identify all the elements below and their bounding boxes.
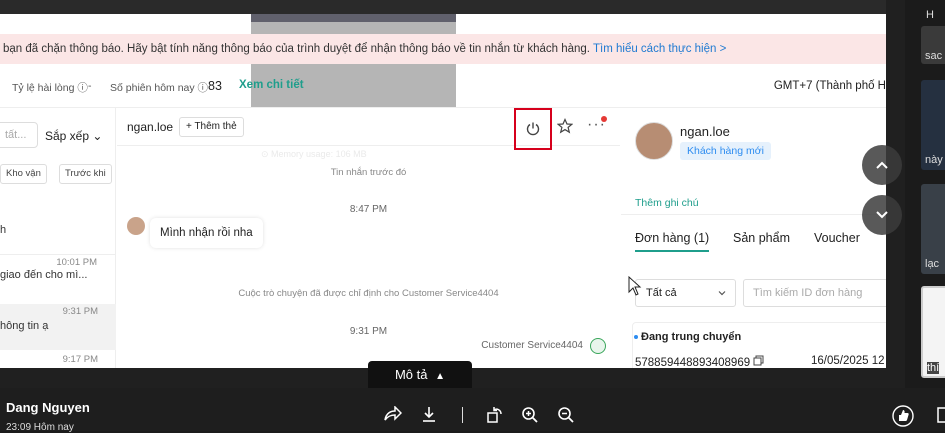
list-item[interactable]: 9:31 PM hông tin ạ	[0, 304, 116, 350]
message-timestamp: 8:47 PM	[349, 204, 388, 215]
memory-usage-text: ⊙ Memory usage: 106 MB	[261, 149, 367, 159]
list-item[interactable]: 10:01 PM giao đến cho mì...	[0, 254, 116, 298]
power-icon	[526, 122, 540, 136]
conversation-list-panel: tất... Sắp xếp ⌄ Kho vận Trước khi h 10:…	[0, 108, 116, 368]
customer-type-badge: Khách hàng mới	[680, 142, 771, 160]
filter-chip-truoc-khi[interactable]: Trước khi	[59, 164, 112, 184]
agent-name: Customer Service4404	[481, 340, 583, 351]
order-date: 16/05/2025 12	[811, 355, 885, 367]
author-name: Dang Nguyen	[6, 400, 90, 415]
customer-avatar	[635, 122, 673, 160]
thumbnail-caption: lạc	[925, 258, 940, 270]
list-item[interactable]: 9:17 PM	[0, 352, 116, 368]
share-icon[interactable]	[384, 406, 402, 422]
customer-tabs: Đơn hàng (1) Sản phẩm Voucher	[621, 214, 886, 252]
add-tag-button[interactable]: + Thêm thẻ	[179, 117, 244, 137]
screenshot-content: bạn đã chặn thông báo. Hãy bật tính năng…	[0, 14, 886, 368]
sessions-value: 83	[208, 79, 222, 93]
conversation-search-input[interactable]: tất...	[0, 122, 38, 148]
zoom-out-icon[interactable]	[557, 406, 575, 424]
list-item[interactable]: h	[0, 224, 116, 244]
thumbnail-item-active[interactable]: thí	[921, 286, 945, 378]
sessions-label: Số phiên hôm nay ⓘ	[110, 82, 209, 94]
thumbnail-label: H	[926, 9, 934, 21]
add-tag-label: Thêm thẻ	[194, 121, 237, 132]
chevron-down-icon	[876, 211, 888, 219]
conversation-snippet: hông tin ạ	[0, 320, 49, 332]
star-icon[interactable]	[557, 118, 573, 134]
thumbnail-caption: này	[925, 154, 943, 166]
order-id-search-input[interactable]: Tìm kiếm ID đơn hàng	[743, 279, 886, 307]
sort-dropdown[interactable]: Sắp xếp ⌄	[45, 129, 102, 143]
rotate-icon[interactable]	[486, 406, 503, 423]
thumbnail-item[interactable]: này	[921, 80, 945, 170]
banner-learn-more-link[interactable]: Tìm hiểu cách thực hiện >	[593, 43, 726, 55]
add-note-link[interactable]: Thêm ghi chú	[635, 197, 699, 209]
image-viewer: bạn đã chặn thông báo. Hãy bật tính năng…	[0, 0, 945, 433]
message-bubble: Mình nhận rồi nha	[150, 218, 263, 248]
screenshot-top-strip	[0, 0, 886, 14]
chat-customer-name: ngan.loe	[127, 120, 174, 134]
status-dot	[634, 335, 638, 339]
satisfaction-value: -	[88, 80, 92, 92]
memory-usage-value: Memory usage: 106 MB	[271, 149, 367, 159]
tab-voucher[interactable]: Voucher	[814, 231, 860, 245]
chevron-up-icon	[876, 161, 888, 169]
caret-up-icon: ▲	[435, 371, 446, 382]
satisfaction-label: Tỷ lệ hài lòng ⓘ	[12, 82, 88, 94]
agent-avatar-icon	[590, 338, 606, 354]
order-status: Đang trung chuyển	[641, 331, 742, 343]
order-id-value: 578859448893408969	[635, 357, 751, 368]
order-status-value: Tất cả	[646, 287, 677, 299]
tab-products[interactable]: Sản phẩm	[733, 231, 790, 245]
window-icon[interactable]	[937, 407, 945, 423]
zoom-in-icon[interactable]	[521, 406, 539, 424]
conversation-snippet: giao đến cho mì...	[0, 269, 88, 281]
thumbnail-caption: sac	[925, 50, 943, 62]
conversation-time: 9:17 PM	[62, 354, 98, 365]
tab-orders[interactable]: Đơn hàng (1)	[635, 231, 710, 252]
description-toggle-button[interactable]: Mô tả ▲	[368, 361, 472, 388]
like-icon[interactable]	[892, 405, 914, 427]
thumbnail-item[interactable]: sac	[921, 26, 945, 64]
chevron-down-icon	[718, 291, 726, 296]
notification-dot	[601, 116, 607, 122]
description-label: Mô tả	[394, 367, 428, 382]
viewer-toolbar: Dang Nguyen 23:09 Hôm nay	[0, 388, 945, 433]
conversation-snippet: h	[0, 224, 7, 236]
timezone-selector[interactable]: GMT+7 (Thành phố H	[774, 80, 886, 92]
customer-avatar	[127, 217, 145, 235]
posted-time: 23:09 Hôm nay	[6, 422, 74, 433]
conversation-time: 10:01 PM	[56, 257, 97, 268]
thumbnail-caption: thí	[927, 362, 940, 374]
thumbnail-strip: H sac này lạc thí	[905, 0, 945, 388]
customer-info-panel: ngan.loe Khách hàng mới Thêm ghi chú Đơn…	[621, 108, 886, 368]
customer-name: ngan.loe	[680, 124, 730, 139]
filter-chip-kho-van[interactable]: Kho vận	[0, 164, 47, 184]
toolbar-divider	[462, 407, 463, 423]
memory-popup-text: ⊙ Memory usage: 106 MB	[251, 14, 456, 171]
message-timestamp: 9:31 PM	[349, 326, 388, 337]
next-image-button[interactable]	[862, 195, 902, 235]
end-chat-button[interactable]	[514, 108, 552, 150]
download-icon[interactable]	[421, 406, 437, 422]
order-id: 578859448893408969	[635, 355, 764, 368]
conversation-time: 9:31 PM	[62, 306, 98, 317]
copy-icon[interactable]	[753, 355, 764, 366]
mouse-cursor-icon	[628, 276, 642, 296]
system-message: Cuộc trò chuyện đã được chỉ định cho Cus…	[238, 288, 499, 299]
previous-image-button[interactable]	[862, 145, 902, 185]
order-status-select[interactable]: Tất cả	[635, 279, 736, 307]
thumbnail-item[interactable]: lạc	[921, 184, 945, 274]
